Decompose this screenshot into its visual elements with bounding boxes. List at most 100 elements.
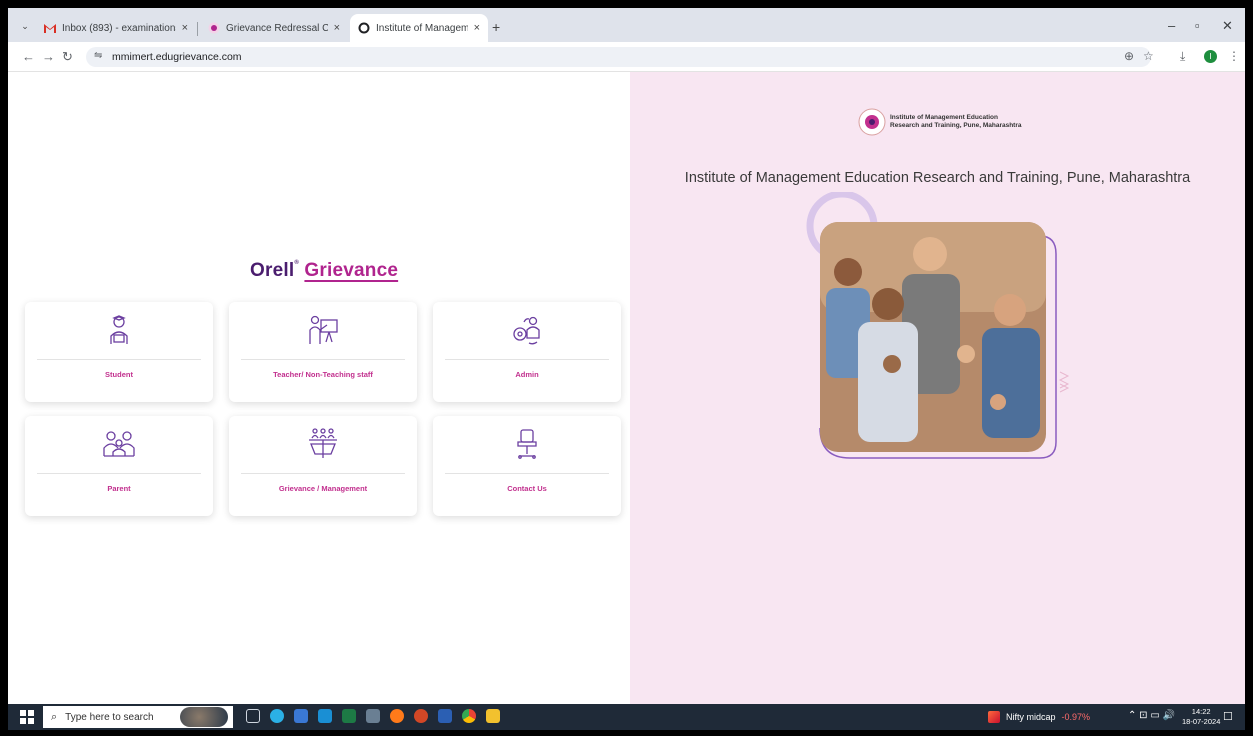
seal-icon [208,22,220,34]
clock-date: 18-07-2024 [1182,717,1221,726]
edge-icon[interactable] [270,709,284,723]
tab-gmail[interactable]: Inbox (893) - examinations@m × [36,14,196,42]
card-label: Student [105,370,133,379]
download-icon[interactable]: ⤓ [1180,49,1185,64]
menu-kebab-icon[interactable]: ⋮ [1228,49,1240,63]
restore-button[interactable]: ▫ [1195,18,1200,33]
forward-icon[interactable]: → [42,49,55,64]
card-divider [37,473,201,474]
tab-divider [197,22,198,36]
student-icon [103,314,135,346]
role-card-management[interactable]: Grievance / Management [229,416,417,516]
gmail-icon [44,22,56,34]
brand-prefix: Orell [250,260,295,281]
thumbs-up-hand [883,355,901,373]
zoom-icon[interactable]: ⊕ [1124,49,1134,63]
minimize-button[interactable]: – [1168,18,1175,33]
card-divider [445,473,609,474]
close-icon[interactable]: × [334,22,340,34]
institute-panel: Institute of Management Education Resear… [630,72,1245,704]
firefox-icon[interactable] [390,709,404,723]
hero-illustration [806,192,1070,459]
calculator-icon[interactable] [366,709,380,723]
institute-title: Institute of Management Education Resear… [684,170,1191,186]
stock-down-icon [988,711,1000,723]
person-head [994,294,1026,326]
back-icon[interactable]: ← [22,49,35,64]
reload-icon[interactable]: ↻ [62,49,73,65]
chrome-icon[interactable] [462,709,476,723]
page-content: Orell® Grievance Student Teacher/ Non-Te… [8,72,1245,704]
card-label: Admin [515,370,539,379]
decor-zigzag [1058,371,1070,393]
ticker-change: -0.97% [1061,712,1091,722]
close-icon[interactable]: × [474,22,480,34]
role-card-contact[interactable]: Contact Us [433,416,621,516]
tab-title: Inbox (893) - examinations@m [62,22,176,34]
role-card-teacher[interactable]: Teacher/ Non-Teaching staff [229,302,417,402]
powerpoint-icon[interactable] [414,709,428,723]
logo-text: Institute of Management Education Resear… [890,114,1022,130]
teacher-icon [307,314,339,346]
file-explorer-icon[interactable] [486,709,500,723]
address-bar[interactable]: ⇋ mmimert.edugrievance.com [86,47,1151,67]
admin-icon [511,314,543,346]
excel-icon[interactable] [342,709,356,723]
logo-line-1: Institute of Management Education [890,114,998,121]
close-window-button[interactable]: ✕ [1222,18,1233,34]
close-icon[interactable]: × [182,22,188,34]
word-icon[interactable] [438,709,452,723]
tab-search-button[interactable]: ⌄ [18,19,32,33]
bookmark-star-icon[interactable]: ☆ [1143,49,1154,63]
contact-icon [511,428,543,460]
institute-seal-icon [858,108,886,136]
logo-line-2: Research and Training, Pune, Maharashtra [890,122,1022,129]
card-label: Parent [107,484,131,493]
browser-toolbar: ← → ↻ ⇋ mmimert.edugrievance.com ⊕ ☆ ⤓ I… [8,42,1245,72]
card-divider [37,359,201,360]
card-divider [445,359,609,360]
card-divider [241,359,405,360]
site-settings-icon[interactable]: ⇋ [94,50,102,61]
thumbs-up-hand [990,394,1006,410]
task-view-icon[interactable] [246,709,260,723]
institute-logo: Institute of Management Education Resear… [858,108,1022,136]
role-card-parent[interactable]: Parent [25,416,213,516]
tab-title: Institute of Management Educa [376,22,468,34]
new-tab-button[interactable]: + [492,19,500,35]
registered-mark: ® [294,260,299,266]
card-divider [241,473,405,474]
person-head [913,237,947,271]
tab-grievance-committee[interactable]: Grievance Redressal Committe × [200,14,348,42]
store-icon[interactable] [294,709,308,723]
profile-avatar[interactable]: I [1204,50,1217,63]
windows-taskbar: ⌕ Type here to search Nifty midcap -0.97… [8,704,1245,730]
tab-strip: ⌄ Inbox (893) - examinations@m × Grievan… [8,8,1245,42]
thumbs-up-hand [957,345,975,363]
windows-start-icon[interactable] [20,710,34,724]
news-widget-icon[interactable] [180,707,228,727]
person-body [982,328,1040,438]
card-label: Grievance / Management [278,484,368,493]
brand-logo: Orell® Grievance [250,260,398,282]
notification-icon[interactable]: ☐ [1223,710,1233,723]
ticker-name: Nifty midcap [1006,712,1056,722]
browser-window: ⌄ Inbox (893) - examinations@m × Grievan… [8,8,1245,730]
parent-icon [103,428,135,460]
url-text[interactable]: mmimert.edugrievance.com [112,51,242,63]
taskbar-clock[interactable]: 14:22 18-07-2024 [1182,707,1220,727]
login-panel: Orell® Grievance Student Teacher/ Non-Te… [8,72,630,704]
management-icon [307,428,339,460]
system-tray[interactable]: ⌃ ⊡ ▭ 🔊 [1128,710,1175,721]
person-head [834,258,862,286]
person-body [858,322,918,442]
card-label: Contact Us [507,484,547,493]
search-placeholder: Type here to search [65,711,154,723]
role-card-student[interactable]: Student [25,302,213,402]
stock-ticker-widget[interactable]: Nifty midcap -0.97% [988,711,1090,723]
person-head [872,288,904,320]
tab-institute[interactable]: Institute of Management Educa × [350,14,488,42]
role-card-admin[interactable]: Admin [433,302,621,402]
mail-icon[interactable] [318,709,332,723]
clock-time: 14:22 [1191,707,1211,716]
